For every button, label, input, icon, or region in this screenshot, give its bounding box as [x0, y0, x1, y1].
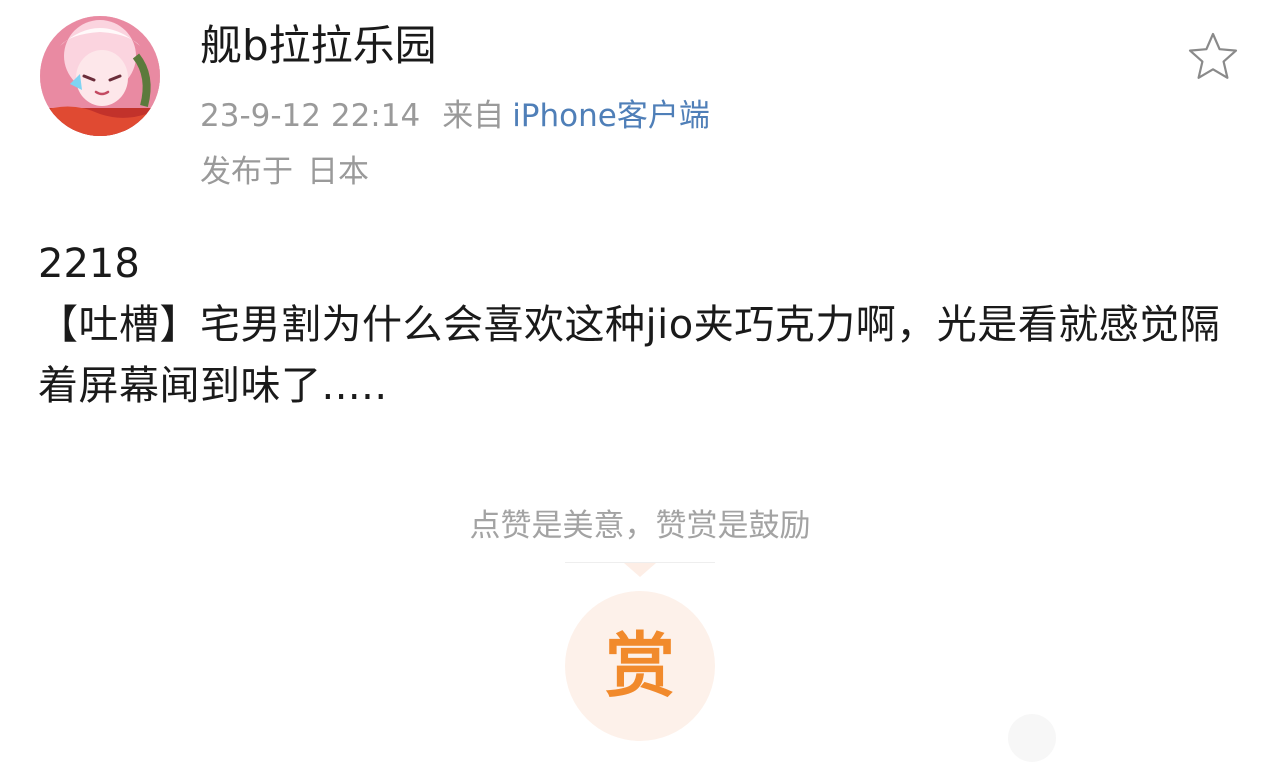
avatar[interactable]: [40, 16, 160, 136]
source-prefix: 来自: [442, 98, 505, 134]
reward-caret: [624, 563, 656, 577]
location-value: 日本: [307, 154, 369, 190]
post-text: 【吐槽】宅男割为什么会喜欢这种jio夹巧克力啊，光是看就感觉隔着屏幕闻到味了..…: [38, 302, 1221, 409]
reward-button[interactable]: 赏: [565, 591, 715, 741]
author-name[interactable]: 舰b拉拉乐园: [200, 20, 437, 72]
post-timestamp: 23-9-12 22:14: [200, 98, 421, 134]
source-client-link[interactable]: iPhone客户端: [512, 98, 710, 134]
post-content: 2218 【吐槽】宅男割为什么会喜欢这种jio夹巧克力啊，光是看就感觉隔着屏幕闻…: [38, 234, 1238, 417]
location-prefix: 发布于: [200, 154, 293, 190]
star-outline-icon: [1188, 32, 1238, 79]
reward-button-label: 赏: [605, 625, 675, 707]
post-meta: 23-9-12 22:14 来自 iPhone客户端: [200, 94, 710, 138]
reward-hint: 点赞是美意，赞赏是鼓励: [469, 508, 811, 544]
floating-action-placeholder: [1008, 714, 1056, 762]
post-location: 发布于 日本: [200, 150, 369, 194]
favorite-button[interactable]: [1186, 30, 1240, 84]
post-id-line: 2218: [38, 241, 140, 287]
avatar-image: [40, 16, 160, 136]
